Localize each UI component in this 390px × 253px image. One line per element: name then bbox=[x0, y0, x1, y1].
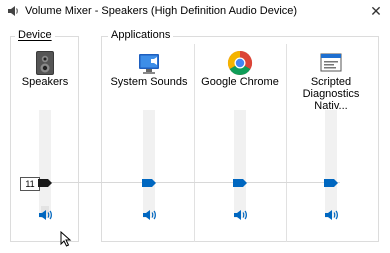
level-readout: 11 bbox=[20, 177, 40, 191]
window-title: Volume Mixer - Speakers (High Definition… bbox=[25, 5, 298, 17]
volume-thumb[interactable] bbox=[324, 179, 338, 187]
close-button[interactable]: ✕ bbox=[368, 3, 384, 19]
channel-label: Speakers bbox=[21, 76, 69, 88]
speaker-app-icon bbox=[8, 6, 18, 16]
close-icon: ✕ bbox=[370, 3, 382, 19]
channel-label: System Sounds bbox=[110, 76, 188, 88]
volume-slider[interactable] bbox=[143, 110, 155, 218]
volume-thumb[interactable] bbox=[233, 179, 247, 187]
channel-system-sounds: System Sounds bbox=[106, 40, 192, 240]
volume-slider[interactable] bbox=[325, 110, 337, 218]
volume-thumb[interactable] bbox=[38, 179, 52, 187]
mouse-cursor-icon bbox=[60, 231, 72, 247]
mute-toggle[interactable] bbox=[323, 208, 339, 222]
channel-scripted-diagnostics: Scripted Diagnostics Nativ... bbox=[288, 40, 374, 240]
mute-toggle[interactable] bbox=[141, 208, 157, 222]
system-sounds-icon bbox=[139, 54, 159, 74]
volume-slider[interactable] bbox=[234, 110, 246, 218]
chrome-icon bbox=[227, 50, 253, 76]
channel-label: Google Chrome bbox=[201, 76, 279, 88]
scripted-diagnostics-icon bbox=[320, 53, 342, 72]
volume-slider[interactable] bbox=[39, 110, 51, 218]
channel-divider bbox=[194, 44, 195, 242]
speaker-device-icon bbox=[36, 51, 54, 75]
channel-google-chrome: Google Chrome bbox=[197, 40, 283, 240]
volume-thumb[interactable] bbox=[142, 179, 156, 187]
channel-divider bbox=[286, 44, 287, 242]
title-bar: Volume Mixer - Speakers (High Definition… bbox=[0, 0, 390, 24]
channel-speakers: Speakers 11 bbox=[2, 40, 88, 240]
mute-toggle[interactable] bbox=[232, 208, 248, 222]
mute-toggle[interactable] bbox=[37, 208, 53, 222]
channel-label: Scripted Diagnostics Nativ... bbox=[302, 76, 360, 112]
volume-mixer-window: Volume Mixer - Speakers (High Definition… bbox=[0, 0, 390, 253]
